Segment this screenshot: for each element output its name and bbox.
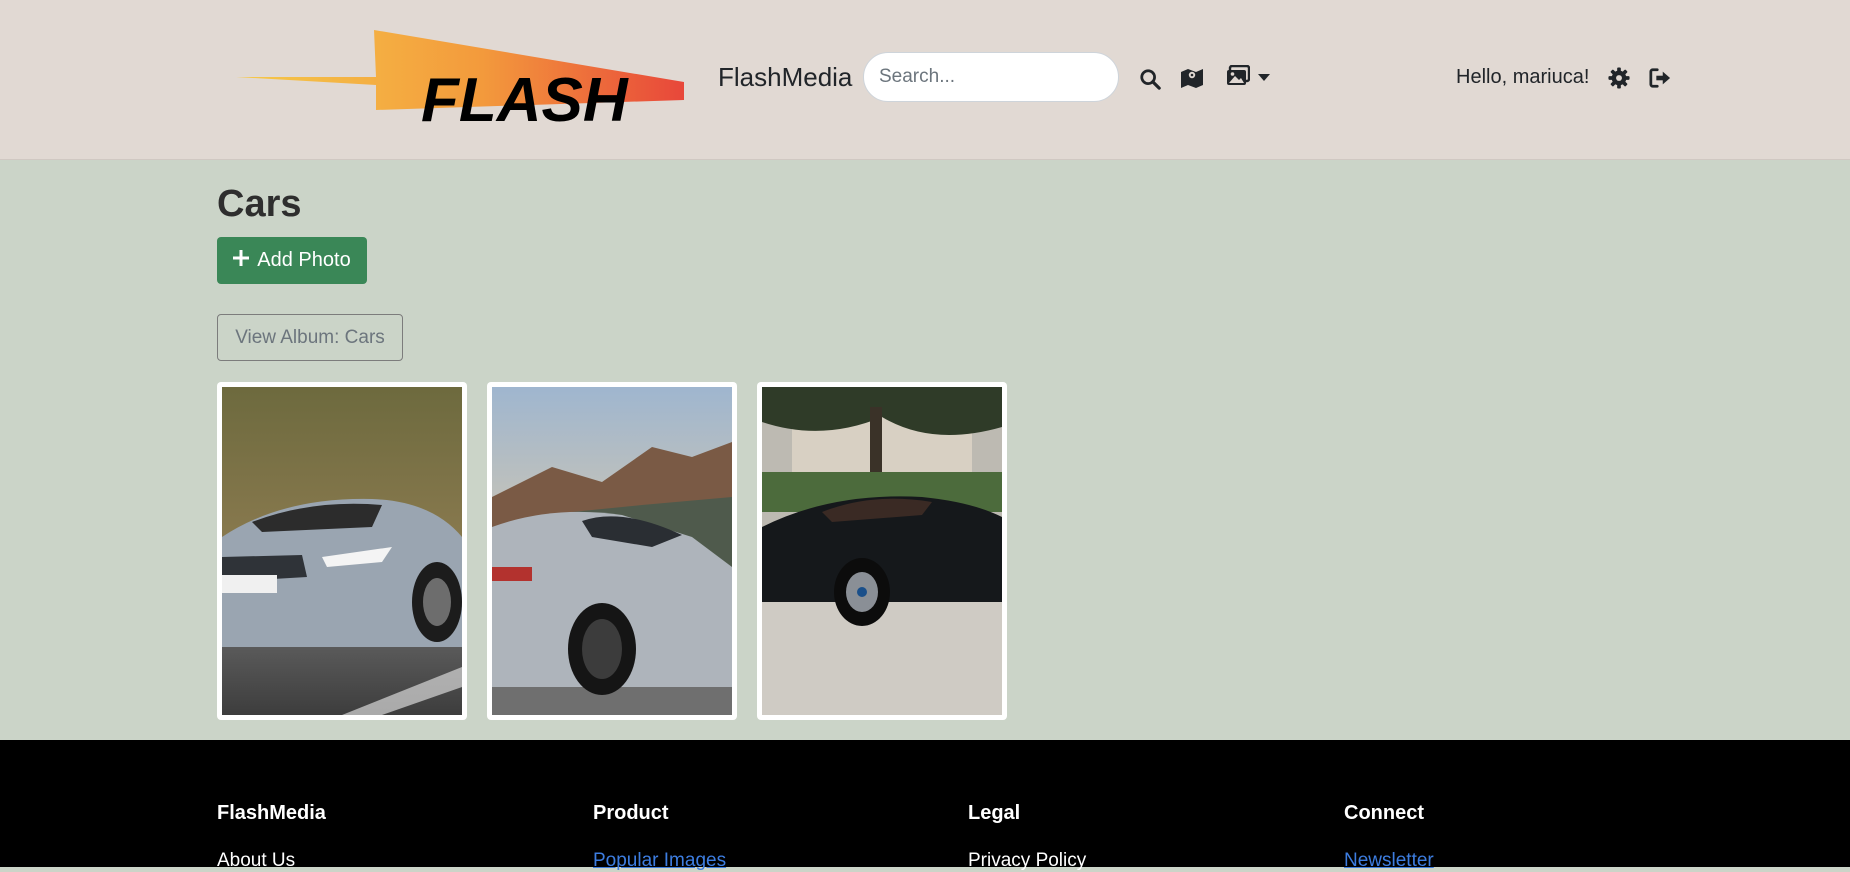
top-navbar: FLASH FlashMedia Hello, mariuca! [0,0,1850,160]
footer-link-about-us[interactable]: About Us [217,850,326,872]
footer-heading: FlashMedia [217,802,326,824]
search-icon[interactable] [1138,67,1162,91]
footer-link-privacy-policy[interactable]: Privacy Policy [968,850,1086,872]
images-dropdown[interactable] [1222,64,1274,91]
brand-name[interactable]: FlashMedia [718,62,852,93]
album-content: Cars Add Photo View Album: Cars [0,160,1850,740]
search-input[interactable] [863,52,1119,102]
footer-column-legal: Legal Privacy Policy [968,802,1086,872]
photo-card[interactable] [487,382,737,720]
footer-link-popular-images[interactable]: Popular Images [593,850,726,872]
map-icon[interactable] [1179,66,1205,90]
photo-thumbnail [762,387,1002,715]
photo-card[interactable] [757,382,1007,720]
page-title: Cars [217,183,302,225]
view-album-button[interactable]: View Album: Cars [217,314,403,361]
plus-icon [233,249,250,272]
footer-column-flashmedia: FlashMedia About Us [217,802,326,872]
add-photo-button[interactable]: Add Photo [217,237,367,284]
photo-card[interactable] [217,382,467,720]
add-photo-label: Add Photo [257,249,351,271]
gear-icon[interactable] [1607,66,1631,90]
footer-column-product: Product Popular Images [593,802,726,872]
user-greeting: Hello, mariuca! [1456,66,1590,88]
photo-thumbnail [222,387,462,715]
images-icon [1226,64,1251,91]
flash-logo[interactable]: FLASH [236,30,684,135]
footer-link-newsletter[interactable]: Newsletter [1344,850,1434,872]
caret-down-icon [1258,69,1270,87]
site-footer: FlashMedia About Us Product Popular Imag… [0,740,1850,871]
footer-column-connect: Connect Newsletter [1344,802,1434,872]
sign-out-icon[interactable] [1648,66,1672,90]
footer-heading: Product [593,802,669,824]
photo-thumbnail [492,387,732,715]
footer-heading: Connect [1344,802,1424,824]
footer-heading: Legal [968,802,1021,824]
logo-text: FLASH [421,66,629,125]
